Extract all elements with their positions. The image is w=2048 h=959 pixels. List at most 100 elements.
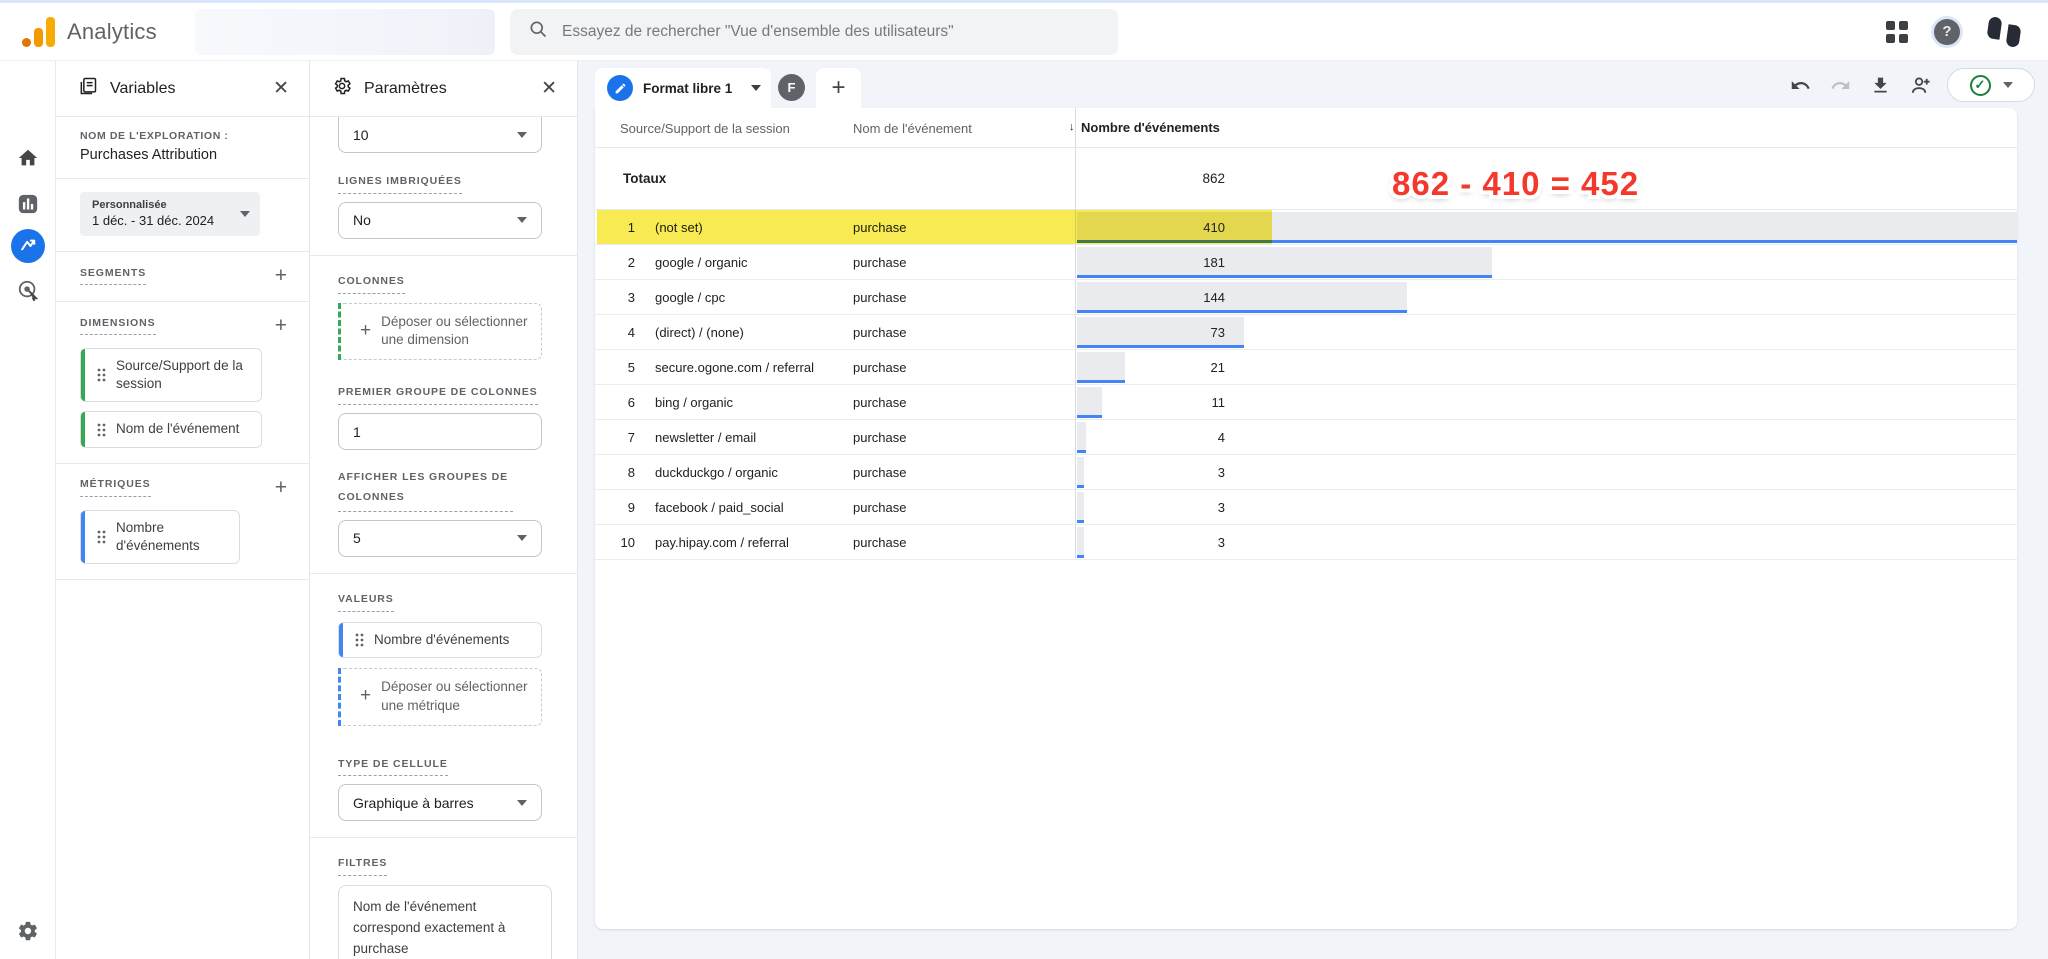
drag-handle-icon: [97, 423, 106, 437]
table-row[interactable]: 8 duckduckgo / organic purchase 3: [595, 455, 2017, 490]
row-value: 73: [1077, 325, 1225, 340]
table-rows: 1 (not set) purchase 410 2 google / orga…: [595, 210, 2017, 560]
row-rank: 3: [609, 290, 635, 305]
reports-icon[interactable]: [13, 189, 43, 219]
home-icon[interactable]: [13, 143, 43, 173]
segments-section: SEGMENTS +: [56, 252, 309, 302]
apps-grid-icon[interactable]: [1886, 21, 1908, 43]
values-label: VALEURS: [338, 592, 394, 612]
workspace-logo-icon[interactable]: [1986, 15, 2022, 49]
add-tab-button[interactable]: +: [816, 68, 861, 108]
chevron-down-icon: [240, 211, 250, 217]
values-dropzone-label: Déposer ou sélectionner une métrique: [381, 678, 531, 716]
column-header-source[interactable]: Source/Support de la session: [620, 121, 790, 136]
explorations-icon[interactable]: [11, 229, 45, 263]
show-column-groups-label: AFFICHER LES GROUPES DE COLONNES: [338, 468, 513, 512]
chevron-down-icon: [517, 800, 527, 806]
row-event: purchase: [853, 360, 906, 375]
table-row[interactable]: 3 google / cpc purchase 144: [595, 280, 2017, 315]
dimensions-section: DIMENSIONS + Source/Support de la sessio…: [56, 302, 309, 464]
table-row[interactable]: 9 facebook / paid_social purchase 3: [595, 490, 2017, 525]
property-selector-area[interactable]: [195, 9, 495, 55]
chevron-down-icon: [517, 132, 527, 138]
nested-rows-select[interactable]: No: [338, 202, 542, 239]
undo-icon[interactable]: [1787, 72, 1813, 98]
search-input[interactable]: [562, 23, 1100, 41]
drag-handle-icon: [355, 633, 364, 647]
show-column-groups-value: 5: [353, 530, 361, 546]
table-header-row: Source/Support de la session Nom de l'év…: [595, 108, 2017, 148]
close-variables-icon[interactable]: ✕: [273, 77, 289, 100]
admin-settings-icon[interactable]: [13, 916, 43, 946]
show-column-groups-select[interactable]: 5: [338, 520, 542, 557]
applied-filter-card[interactable]: Nom de l'événement correspond exactement…: [338, 885, 552, 959]
chevron-down-icon: [517, 535, 527, 541]
row-source: bing / organic: [655, 395, 733, 410]
table-row[interactable]: 4 (direct) / (none) purchase 73: [595, 315, 2017, 350]
table-row[interactable]: 6 bing / organic purchase 11: [595, 385, 2017, 420]
column-header-event[interactable]: Nom de l'événement: [853, 121, 972, 136]
table-row[interactable]: 1 (not set) purchase 410: [595, 210, 2017, 245]
exploration-canvas: Format libre 1 F + ✓: [578, 61, 2048, 959]
totals-label: Totaux: [623, 171, 666, 186]
row-value: 181: [1077, 255, 1225, 270]
dimension-chip[interactable]: Source/Support de la session: [80, 348, 262, 402]
row-source: pay.hipay.com / referral: [655, 535, 789, 550]
add-metric-button[interactable]: +: [275, 477, 287, 498]
plus-icon: +: [360, 318, 371, 345]
metric-chip[interactable]: Nombre d'événements: [80, 510, 240, 564]
columns-dropzone[interactable]: + Déposer ou sélectionner une dimension: [338, 303, 542, 361]
column-header-events-count[interactable]: Nombre d'événements: [1081, 120, 1220, 135]
brand[interactable]: Analytics: [0, 17, 190, 47]
row-rank: 2: [609, 255, 635, 270]
row-rank: 4: [609, 325, 635, 340]
share-add-user-icon[interactable]: [1907, 72, 1933, 98]
table-row[interactable]: 7 newsletter / email purchase 4: [595, 420, 2017, 455]
segments-label: SEGMENTS: [80, 266, 146, 286]
download-icon[interactable]: [1867, 72, 1893, 98]
close-settings-icon[interactable]: ✕: [541, 77, 557, 100]
settings-panel-header: Paramètres ✕: [310, 61, 577, 117]
date-range-type: Personnalisée: [92, 199, 214, 211]
row-rank: 7: [609, 430, 635, 445]
row-value: 21: [1077, 360, 1225, 375]
plus-icon: +: [360, 683, 371, 710]
table-row[interactable]: 5 secure.ogone.com / referral purchase 2…: [595, 350, 2017, 385]
row-source: google / organic: [655, 255, 748, 270]
gear-icon: [332, 76, 352, 101]
row-value: 4: [1077, 430, 1225, 445]
tab-format-libre[interactable]: Format libre 1: [595, 68, 771, 108]
row-value: 144: [1077, 290, 1225, 305]
redo-icon[interactable]: [1827, 72, 1853, 98]
help-icon[interactable]: ?: [1934, 19, 1960, 45]
advertising-icon[interactable]: [13, 275, 43, 305]
first-column-group-label: PREMIER GROUPE DE COLONNES: [338, 385, 538, 405]
exploration-name-value[interactable]: Purchases Attribution: [80, 147, 287, 163]
first-column-group-input[interactable]: [338, 413, 542, 450]
date-range-picker[interactable]: Personnalisée 1 déc. - 31 déc. 2024: [80, 192, 260, 236]
values-dropzone[interactable]: + Déposer ou sélectionner une métrique: [338, 668, 542, 726]
chevron-down-icon: [2003, 82, 2013, 88]
nested-rows-value: No: [353, 212, 371, 228]
settings-panel-title: Paramètres: [364, 80, 447, 98]
tab-f-avatar[interactable]: F: [778, 74, 805, 101]
dimension-chip[interactable]: Nom de l'événement: [80, 411, 262, 447]
add-dimension-button[interactable]: +: [275, 315, 287, 336]
row-value: 3: [1077, 465, 1225, 480]
search-bar[interactable]: [510, 9, 1118, 55]
check-circle-icon: ✓: [1970, 75, 1991, 96]
variables-panel: Variables ✕ NOM DE L'EXPLORATION : Purch…: [56, 61, 310, 959]
row-rank: 9: [609, 500, 635, 515]
cell-type-select[interactable]: Graphique à barres: [338, 784, 542, 821]
row-source: facebook / paid_social: [655, 500, 784, 515]
table-row[interactable]: 2 google / organic purchase 181: [595, 245, 2017, 280]
values-metric-chip[interactable]: Nombre d'événements: [338, 622, 542, 658]
add-segment-button[interactable]: +: [275, 265, 287, 286]
columns-label: COLONNES: [338, 274, 405, 294]
table-row[interactable]: 10 pay.hipay.com / referral purchase 3: [595, 525, 2017, 560]
show-rows-select[interactable]: 10: [338, 117, 542, 153]
freeform-table-card: Source/Support de la session Nom de l'év…: [595, 108, 2017, 929]
variables-panel-title: Variables: [110, 80, 176, 98]
status-pill[interactable]: ✓: [1947, 68, 2035, 102]
metrics-section: MÉTRIQUES + Nombre d'événements: [56, 464, 309, 580]
